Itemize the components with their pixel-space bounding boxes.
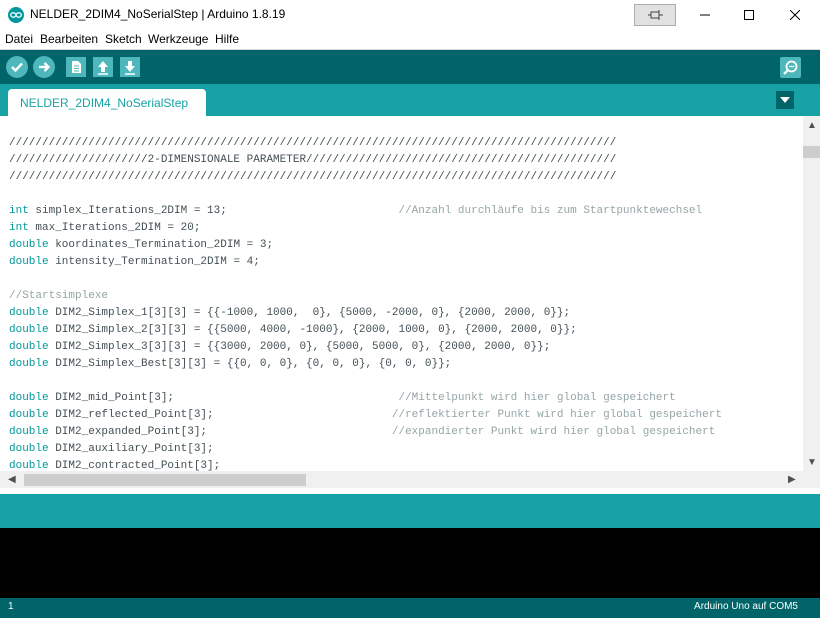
code-line: //Startsimplexe [9, 288, 108, 305]
code-text: ////////////////////////////////////////… [9, 137, 617, 149]
minimize-button[interactable] [682, 0, 728, 30]
code-line: double koordinates_Termination_2DIM = 3; [9, 237, 273, 254]
code-line: double DIM2_contracted_Point[3]; [9, 458, 220, 471]
tab-bar: NELDER_2DIM4_NoSerialStep [0, 84, 820, 116]
minimize-icon [700, 14, 710, 16]
arrow-down-icon [125, 61, 135, 75]
status-bar: 1 Arduino Uno auf COM5 [0, 598, 820, 618]
pin-button[interactable] [634, 4, 676, 26]
menu-werkzeuge[interactable]: Werkzeuge [148, 32, 208, 46]
code-comment: //reflektierter Punkt wird hier global g… [391, 409, 722, 421]
code-keyword: double [9, 256, 49, 268]
code-line: double DIM2_Simplex_Best[3][3] = {{0, 0,… [9, 356, 451, 373]
code-line: double intensity_Termination_2DIM = 4; [9, 254, 260, 271]
open-button[interactable] [93, 57, 113, 77]
code-line: /////////////////////2-DIMENSIONALE PARA… [9, 152, 616, 169]
code-line: ////////////////////////////////////////… [9, 169, 616, 186]
tab-sketch[interactable]: NELDER_2DIM4_NoSerialStep [8, 89, 206, 116]
tab-label: NELDER_2DIM4_NoSerialStep [20, 96, 189, 110]
code-comment: //expandierter Punkt wird hier global ge… [391, 426, 716, 438]
close-icon [790, 10, 800, 20]
code-keyword: double [9, 341, 49, 353]
save-button[interactable] [120, 57, 140, 77]
vertical-scroll-thumb[interactable] [803, 146, 820, 158]
pin-icon [648, 10, 663, 20]
scroll-up-arrow-icon[interactable]: ▲ [807, 120, 817, 131]
chevron-down-icon [780, 97, 790, 103]
code-line: double DIM2_reflected_Point[3]; //reflek… [9, 407, 722, 424]
code-keyword: double [9, 426, 49, 438]
code-editor[interactable]: ////////////////////////////////////////… [0, 116, 803, 471]
code-text: DIM2_Simplex_Best[3][3] = {{0, 0, 0}, {0… [48, 358, 452, 370]
code-keyword: double [9, 460, 49, 471]
code-text: DIM2_Simplex_1[3][3] = {{-1000, 1000, 0}… [48, 307, 571, 319]
vertical-scrollbar[interactable] [803, 116, 820, 471]
code-text: simplex_Iterations_2DIM = 13; [28, 205, 399, 217]
message-area [0, 494, 820, 528]
maximize-icon [744, 10, 754, 20]
maximize-button[interactable] [726, 0, 772, 30]
code-text: DIM2_mid_Point[3]; [48, 392, 399, 404]
code-line: int max_Iterations_2DIM = 20; [9, 220, 200, 237]
code-keyword: double [9, 409, 49, 421]
code-line: double DIM2_Simplex_2[3][3] = {{5000, 40… [9, 322, 577, 339]
code-text: DIM2_Simplex_3[3][3] = {{3000, 2000, 0},… [48, 341, 551, 353]
code-line: ////////////////////////////////////////… [9, 135, 616, 152]
board-port-info: Arduino Uno auf COM5 [694, 601, 798, 612]
code-text: max_Iterations_2DIM = 20; [28, 222, 201, 234]
code-line: double DIM2_auxiliary_Point[3]; [9, 441, 214, 458]
code-text: DIM2_expanded_Point[3]; [48, 426, 392, 438]
code-keyword: double [9, 324, 49, 336]
scroll-left-arrow-icon[interactable]: ◀ [8, 474, 16, 485]
code-text: intensity_Termination_2DIM = 4; [48, 256, 260, 268]
file-icon [72, 61, 81, 73]
code-keyword: double [9, 239, 49, 251]
menu-bearbeiten[interactable]: Bearbeiten [40, 32, 98, 46]
code-comment: //Anzahl durchläufe bis zum Startpunktew… [398, 205, 703, 217]
menu-sketch[interactable]: Sketch [105, 32, 142, 46]
upload-button[interactable] [33, 56, 55, 78]
console-output[interactable] [0, 528, 820, 598]
tab-menu-button[interactable] [776, 91, 794, 109]
new-sketch-button[interactable] [66, 57, 86, 77]
code-keyword: double [9, 443, 49, 455]
code-line: double DIM2_Simplex_1[3][3] = {{-1000, 1… [9, 305, 570, 322]
code-keyword: double [9, 358, 49, 370]
magnifier-icon [783, 60, 798, 75]
code-line: double DIM2_expanded_Point[3]; //expandi… [9, 424, 715, 441]
check-icon [11, 62, 23, 73]
menu-datei[interactable]: Datei [5, 32, 33, 46]
toolbar [0, 50, 820, 84]
code-comment: //Mittelpunkt wird hier global gespeiche… [398, 392, 676, 404]
serial-monitor-button[interactable] [780, 57, 801, 78]
code-line: double DIM2_mid_Point[3]; //Mittelpunkt … [9, 390, 676, 407]
title-bar: NELDER_2DIM4_NoSerialStep | Arduino 1.8.… [0, 0, 820, 30]
code-text: DIM2_reflected_Point[3]; [48, 409, 392, 421]
code-text: DIM2_auxiliary_Point[3]; [48, 443, 214, 455]
code-keyword: double [9, 307, 49, 319]
line-number: 1 [8, 601, 14, 612]
code-text: DIM2_Simplex_2[3][3] = {{5000, 4000, -10… [48, 324, 577, 336]
code-keyword: double [9, 392, 49, 404]
code-keyword: int [9, 222, 29, 234]
arrow-right-icon [39, 62, 51, 72]
arrow-up-icon [98, 61, 108, 75]
code-keyword: int [9, 205, 29, 217]
scroll-right-arrow-icon[interactable]: ▶ [788, 474, 796, 485]
code-line: double DIM2_Simplex_3[3][3] = {{3000, 20… [9, 339, 550, 356]
arduino-logo-icon [8, 7, 24, 23]
code-comment: //Startsimplexe [9, 290, 109, 302]
verify-button[interactable] [6, 56, 28, 78]
menu-bar: Datei Bearbeiten Sketch Werkzeuge Hilfe [0, 30, 820, 50]
menu-hilfe[interactable]: Hilfe [215, 32, 239, 46]
code-line: int simplex_Iterations_2DIM = 13; //Anza… [9, 203, 702, 220]
code-text: DIM2_contracted_Point[3]; [48, 460, 221, 471]
code-text: ////////////////////////////////////////… [9, 171, 617, 183]
close-button[interactable] [772, 0, 818, 30]
horizontal-scroll-thumb[interactable] [24, 474, 306, 486]
scroll-down-arrow-icon[interactable]: ▼ [807, 457, 817, 468]
code-text: koordinates_Termination_2DIM = 3; [48, 239, 274, 251]
code-text: /////////////////////2-DIMENSIONALE PARA… [9, 154, 617, 166]
window-title: NELDER_2DIM4_NoSerialStep | Arduino 1.8.… [30, 7, 286, 21]
